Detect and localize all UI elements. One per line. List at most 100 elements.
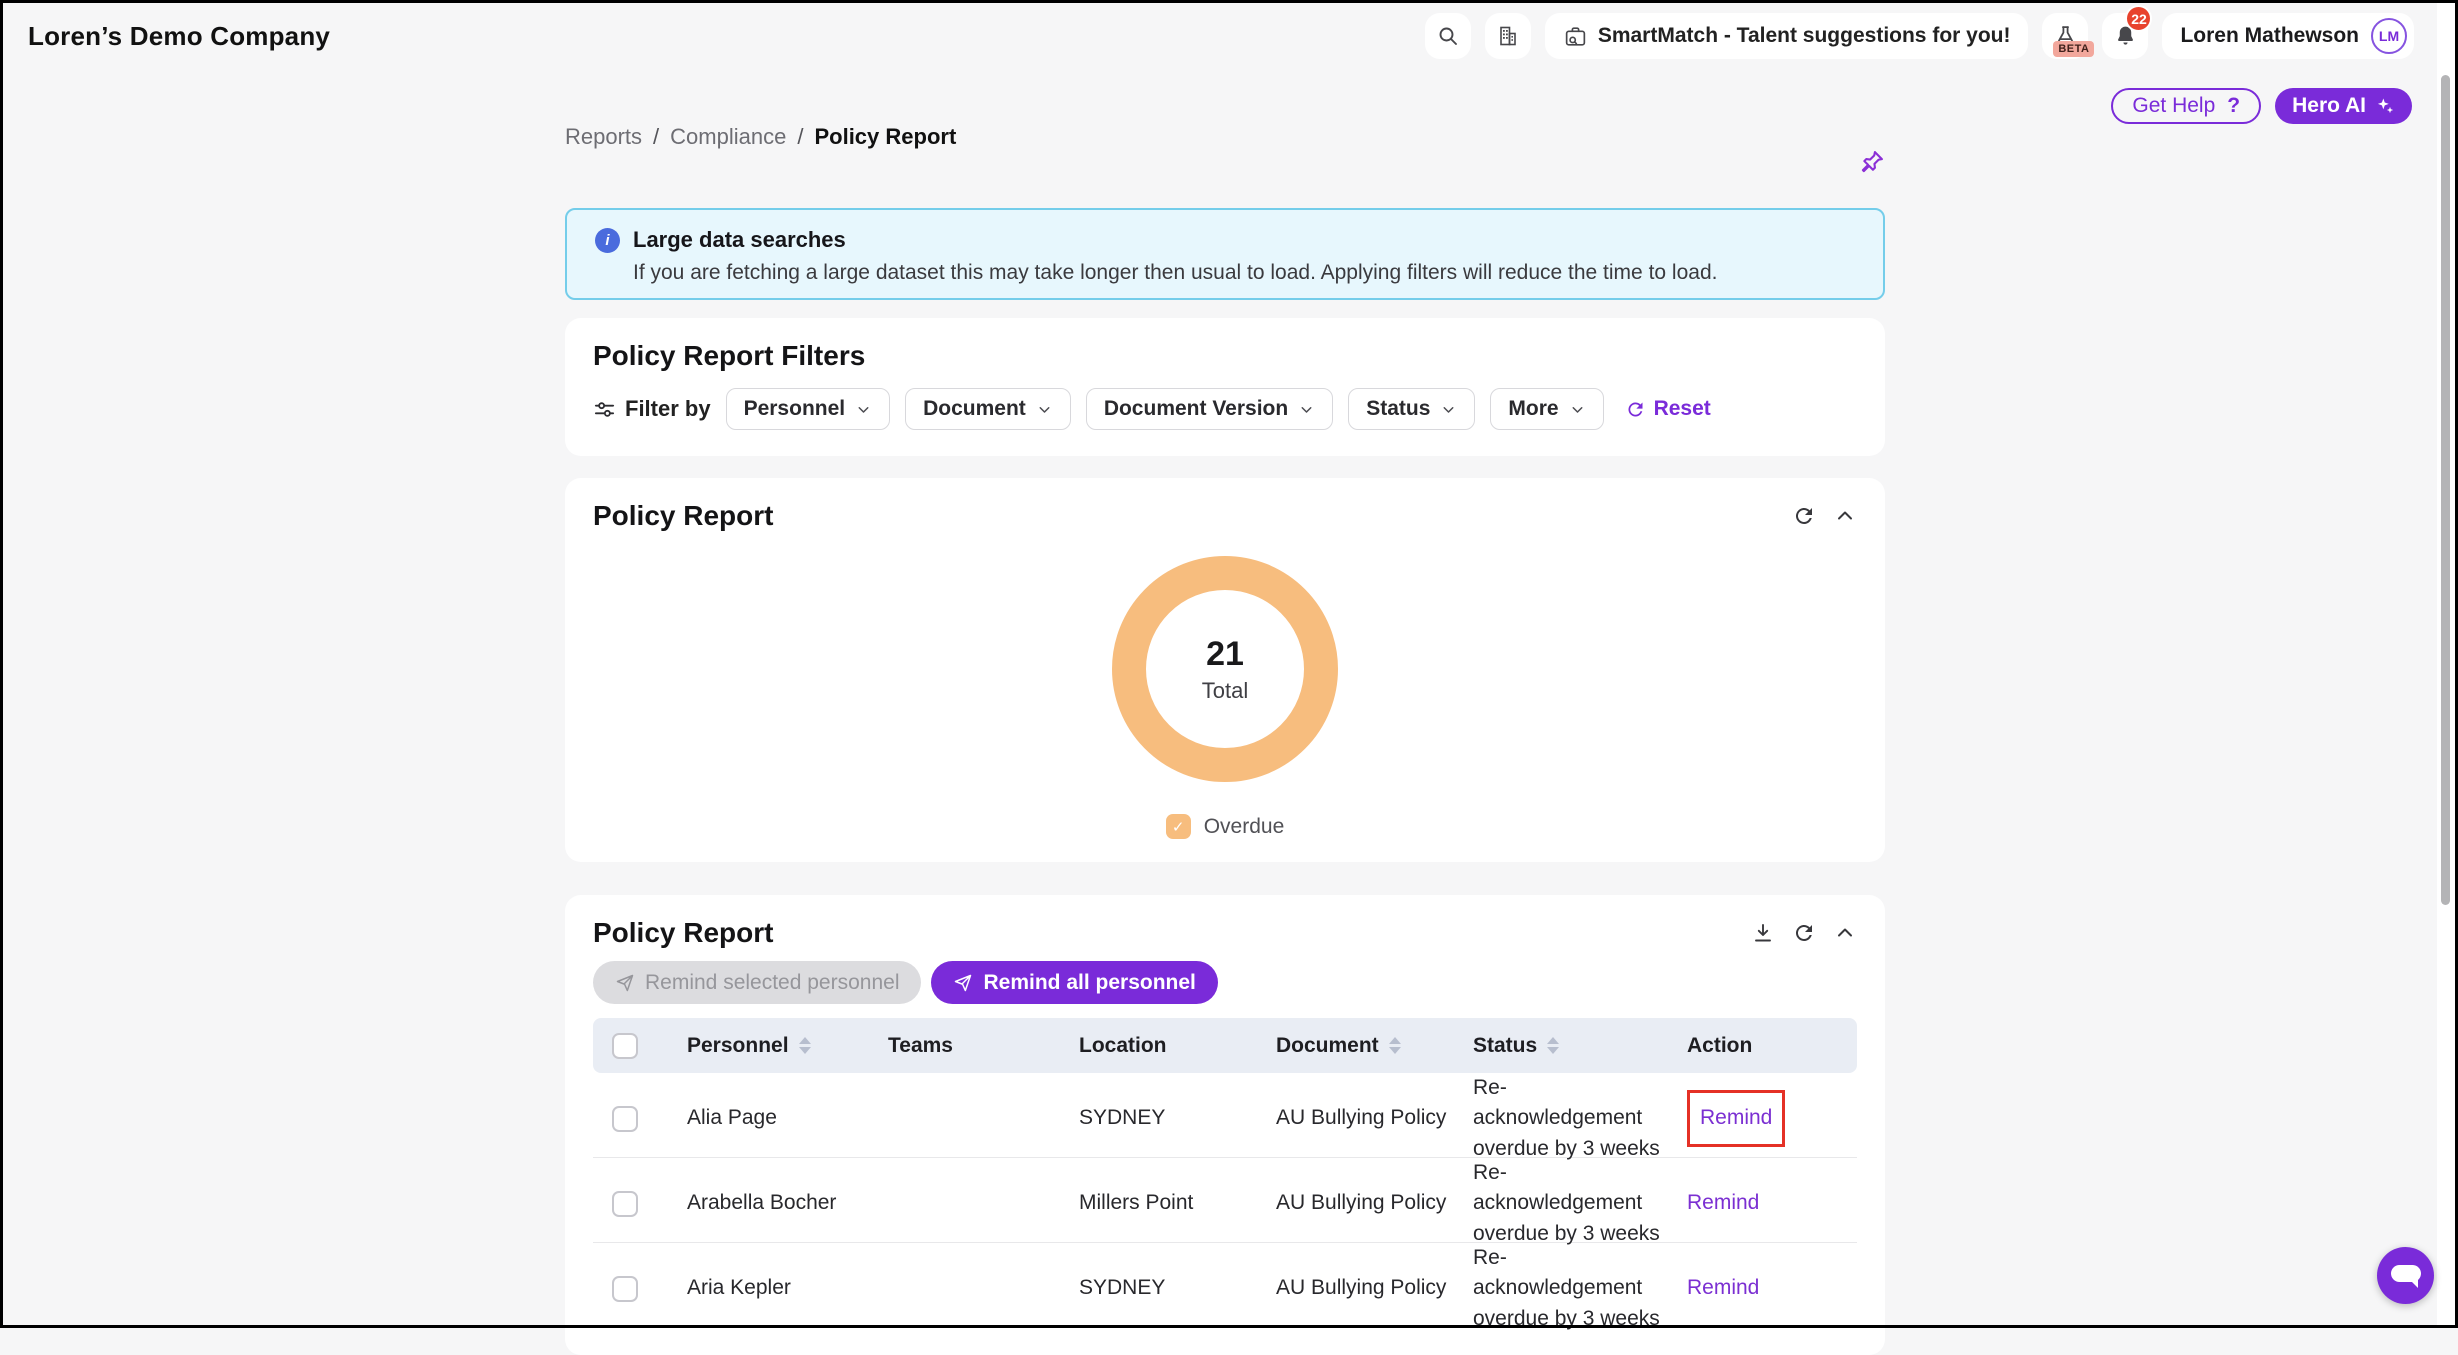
chevron-down-icon	[1440, 401, 1457, 418]
breadcrumb-separator: /	[797, 124, 803, 150]
column-header-status[interactable]: Status	[1473, 1034, 1687, 1058]
get-help-label: Get Help	[2132, 94, 2215, 118]
status-cell: Re-acknowledgement overdue by 3 weeks	[1473, 1158, 1673, 1249]
location-cell: SYDNEY	[1079, 1103, 1276, 1133]
status-cell: Re-acknowledgement overdue by 3 weeks	[1473, 1073, 1673, 1164]
paper-plane-icon	[953, 973, 973, 993]
collapse-icon[interactable]	[1833, 504, 1857, 528]
refresh-icon[interactable]	[1792, 921, 1816, 945]
remind-selected-button[interactable]: Remind selected personnel	[593, 961, 921, 1004]
location-cell: SYDNEY	[1079, 1273, 1276, 1303]
filter-dropdown-more[interactable]: More	[1490, 388, 1603, 430]
paper-plane-icon	[615, 973, 635, 993]
column-header-document[interactable]: Document	[1276, 1034, 1473, 1058]
policy-report-filters-card: Policy Report Filters Filter by Personne…	[565, 318, 1885, 456]
filter-by-label-group: Filter by	[593, 396, 711, 422]
beta-badge: BETA	[2053, 41, 2094, 57]
filter-by-label: Filter by	[625, 396, 711, 422]
table-card-title: Policy Report	[593, 917, 773, 949]
topbar-actions: SmartMatch - Talent suggestions for you!…	[1425, 13, 2414, 59]
smartmatch-banner-button[interactable]: SmartMatch - Talent suggestions for you!	[1545, 13, 2029, 59]
get-help-button[interactable]: Get Help ?	[2111, 88, 2261, 124]
personnel-cell: Aria Kepler	[687, 1273, 888, 1303]
reset-icon	[1625, 399, 1646, 420]
location-cell: Millers Point	[1079, 1188, 1276, 1218]
chart-card-title: Policy Report	[593, 500, 773, 532]
legend-item-overdue[interactable]: ✓ Overdue	[1166, 814, 1285, 839]
topbar: Loren’s Demo Company	[0, 0, 2458, 72]
personnel-cell: Arabella Bocher	[687, 1188, 888, 1218]
column-header-location: Location	[1079, 1034, 1276, 1058]
smartmatch-icon	[1563, 24, 1588, 49]
remind-link[interactable]: Remind	[1687, 1276, 1759, 1299]
hero-ai-label: Hero AI	[2292, 94, 2366, 118]
row-checkbox[interactable]	[612, 1191, 638, 1217]
company-name: Loren’s Demo Company	[28, 21, 330, 52]
row-checkbox[interactable]	[612, 1106, 638, 1132]
refresh-icon[interactable]	[1792, 504, 1816, 528]
info-icon: i	[595, 228, 620, 253]
column-header-personnel[interactable]: Personnel	[687, 1034, 888, 1058]
filter-dropdown-document-version[interactable]: Document Version	[1086, 388, 1333, 430]
search-icon	[1436, 24, 1460, 48]
policy-report-table-card: Policy Report Remind selected personnel …	[565, 895, 1885, 1355]
policy-report-chart-card: Policy Report 21 Total ✓ Overdue	[565, 478, 1885, 862]
hero-ai-button[interactable]: Hero AI	[2275, 88, 2412, 124]
select-all-checkbox[interactable]	[612, 1033, 638, 1059]
breadcrumb: Reports / Compliance / Policy Report	[565, 124, 956, 150]
legend-checkbox[interactable]: ✓	[1166, 814, 1191, 839]
filters-card-title: Policy Report Filters	[593, 340, 1857, 372]
sort-icon[interactable]	[799, 1037, 811, 1054]
column-header-teams: Teams	[888, 1034, 1079, 1058]
breadcrumb-compliance[interactable]: Compliance	[670, 124, 786, 150]
annotation-highlight-box: Remind	[1687, 1090, 1785, 1146]
user-menu[interactable]: Loren Mathewson LM	[2162, 13, 2414, 59]
building-icon	[1496, 24, 1520, 48]
breadcrumb-reports[interactable]: Reports	[565, 124, 642, 150]
filter-dropdown-status[interactable]: Status	[1348, 388, 1475, 430]
pin-icon[interactable]	[1858, 148, 1886, 176]
avatar: LM	[2371, 18, 2407, 54]
remind-all-button[interactable]: Remind all personnel	[931, 961, 1217, 1004]
banner-title: Large data searches	[633, 227, 846, 253]
speech-bubble-icon	[2391, 1265, 2421, 1282]
donut-total-value: 21	[1206, 635, 1244, 674]
filter-row: Filter by Personnel Document Document Ve…	[593, 388, 1857, 430]
legend-label: Overdue	[1204, 815, 1285, 839]
download-icon[interactable]	[1751, 921, 1775, 945]
chat-launcher-button[interactable]	[2377, 1247, 2434, 1304]
collapse-icon[interactable]	[1833, 921, 1857, 945]
table-row: Arabella Bocher Millers Point AU Bullyin…	[593, 1158, 1857, 1243]
sort-icon[interactable]	[1389, 1037, 1401, 1054]
smartmatch-label: SmartMatch - Talent suggestions for you!	[1598, 24, 2011, 48]
chevron-down-icon	[1036, 401, 1053, 418]
scrollbar-thumb[interactable]	[2441, 75, 2450, 905]
user-name: Loren Mathewson	[2180, 24, 2359, 48]
page-actions: Get Help ? Hero AI	[2111, 88, 2412, 124]
scrollbar-track[interactable]	[2437, 3, 2455, 1325]
info-banner: i Large data searches If you are fetchin…	[565, 208, 1885, 300]
chevron-down-icon	[1569, 401, 1586, 418]
reset-filters-button[interactable]: Reset	[1625, 397, 1711, 421]
document-cell: AU Bullying Policy	[1276, 1273, 1473, 1303]
sliders-icon	[593, 398, 616, 421]
remind-selected-label: Remind selected personnel	[645, 971, 899, 995]
company-switcher-button[interactable]	[1485, 13, 1531, 59]
remind-link[interactable]: Remind	[1687, 1191, 1759, 1214]
filter-dropdown-document[interactable]: Document	[905, 388, 1071, 430]
search-button[interactable]	[1425, 13, 1471, 59]
question-mark-icon: ?	[2227, 94, 2240, 118]
personnel-cell: Alia Page	[687, 1103, 888, 1133]
filter-dropdown-personnel[interactable]: Personnel	[726, 388, 891, 430]
row-checkbox[interactable]	[612, 1276, 638, 1302]
remind-link[interactable]: Remind	[1700, 1106, 1772, 1129]
banner-message: If you are fetching a large dataset this…	[633, 261, 1855, 285]
notifications-button[interactable]: 22	[2102, 13, 2148, 59]
remind-all-label: Remind all personnel	[983, 971, 1195, 995]
sort-icon[interactable]	[1547, 1037, 1559, 1054]
column-header-action: Action	[1687, 1034, 1857, 1058]
sparkles-icon	[2375, 96, 2395, 116]
labs-button[interactable]: BETA	[2042, 13, 2088, 59]
chevron-down-icon	[1298, 401, 1315, 418]
reset-label: Reset	[1654, 397, 1711, 421]
